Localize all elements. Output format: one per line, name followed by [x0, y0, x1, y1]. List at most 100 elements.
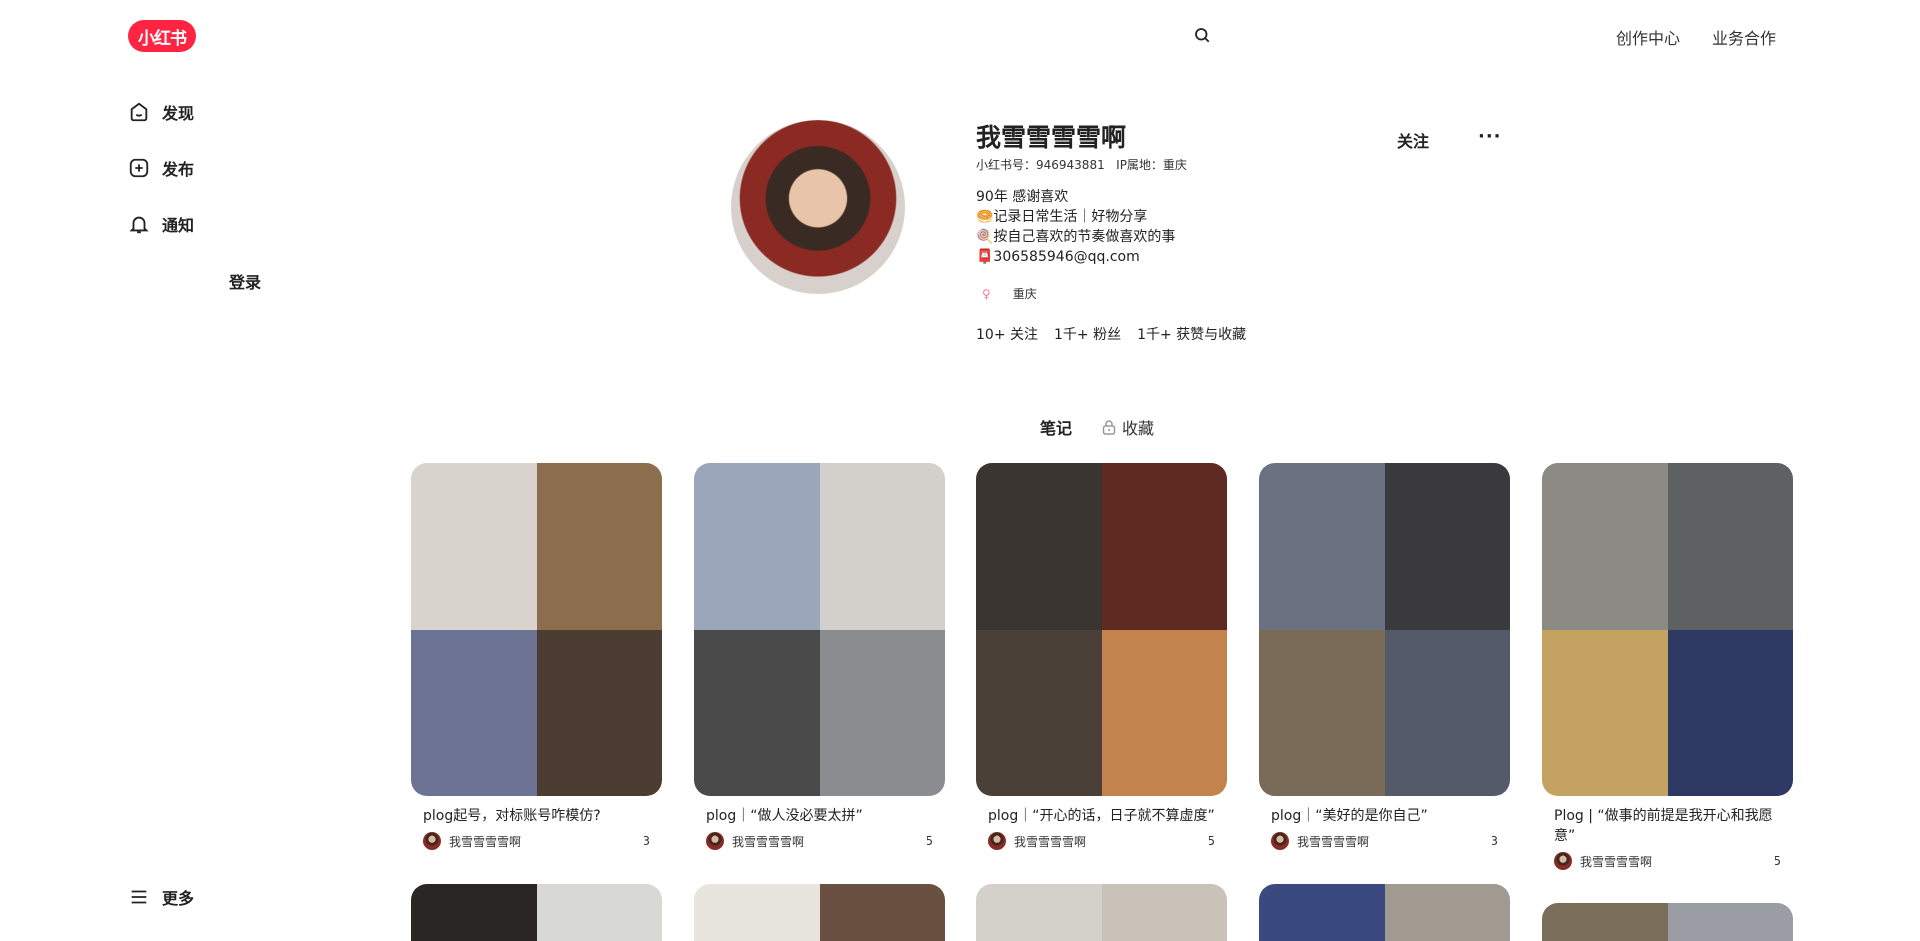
- note-cover-image: [411, 629, 537, 796]
- business-link[interactable]: 业务合作: [1712, 25, 1776, 49]
- note-cover-image: [536, 463, 662, 630]
- tab-collections[interactable]: 收藏: [1102, 415, 1154, 439]
- sidebar-item-label: 更多: [162, 889, 195, 908]
- bio-line: 90年 感谢喜欢: [976, 189, 1069, 205]
- bell-icon: [129, 216, 149, 234]
- sidebar-more-button[interactable]: 更多: [128, 885, 194, 909]
- note-cover-image: [819, 884, 945, 941]
- location-tag: 重庆: [1012, 287, 1037, 301]
- author-name: 我雪雪雪雪啊: [449, 834, 522, 849]
- note-cover[interactable]: [1542, 463, 1793, 796]
- note-cover[interactable]: [694, 463, 945, 796]
- search-icon[interactable]: [1193, 26, 1211, 44]
- profile-stats: 10+ 关注 1千+ 粉丝 1千+ 获赞与收藏: [976, 324, 1246, 344]
- profile-tabs: 笔记 收藏: [1040, 415, 1154, 439]
- following-count[interactable]: 10+ 关注: [976, 324, 1038, 344]
- note-author[interactable]: 我雪雪雪雪啊 5: [988, 832, 1215, 850]
- note-cover-image: [1259, 463, 1385, 630]
- sidebar-item-discover[interactable]: 发现: [128, 100, 194, 124]
- creator-center-link[interactable]: 创作中心: [1616, 25, 1680, 49]
- note-cover-image: [1542, 463, 1668, 630]
- note-cover-image: [1667, 463, 1793, 630]
- note-cover-image: [976, 463, 1102, 630]
- home-icon: [130, 102, 148, 122]
- note-title[interactable]: plog起号，对标账号咋模仿?: [423, 806, 650, 826]
- note-card-cover[interactable]: [1542, 903, 1793, 941]
- bio-line: 🍭按自己喜欢的节奏做喜欢的事: [976, 229, 1176, 245]
- note-title[interactable]: Plog | “做事的前提是我开心和我愿意”: [1554, 806, 1781, 846]
- bio-line: 📮306585946@qq.com: [976, 249, 1140, 265]
- note-cover-image: [694, 463, 820, 630]
- note-card[interactable]: plog｜“做人没必要太拼” 我雪雪雪雪啊 5: [694, 463, 945, 850]
- note-card[interactable]: Plog | “做事的前提是我开心和我愿意” 我雪雪雪雪啊 5: [1542, 463, 1793, 870]
- author-name: 我雪雪雪雪啊: [1014, 834, 1087, 849]
- note-cover-image: [1542, 629, 1668, 796]
- sidebar-item-publish[interactable]: 发布: [128, 156, 194, 180]
- note-author[interactable]: 我雪雪雪雪啊 5: [706, 832, 933, 850]
- author-name: 我雪雪雪雪啊: [732, 834, 805, 849]
- note-card-cover[interactable]: [1259, 884, 1510, 941]
- note-card[interactable]: plog起号，对标账号咋模仿? 我雪雪雪雪啊 3: [411, 463, 662, 850]
- author-name: 我雪雪雪雪啊: [1580, 854, 1653, 869]
- note-card[interactable]: plog｜“美好的是你自己” 我雪雪雪雪啊 3: [1259, 463, 1510, 850]
- author-name: 我雪雪雪雪啊: [1297, 834, 1370, 849]
- note-cover-image: [819, 463, 945, 630]
- login-button[interactable]: 登录: [229, 269, 261, 293]
- note-cover-image: [1384, 463, 1510, 630]
- note-cover-image: [1101, 884, 1227, 941]
- xiaohongshu-logo[interactable]: 小红书: [128, 20, 196, 52]
- sidebar-item-notifications[interactable]: 通知: [128, 212, 194, 236]
- note-cover-image: [1667, 629, 1793, 796]
- note-cover-image: [1101, 629, 1227, 796]
- profile-avatar: [731, 120, 905, 294]
- note-author[interactable]: 我雪雪雪雪啊 3: [1271, 832, 1498, 850]
- tab-label: 笔记: [1040, 419, 1073, 438]
- note-cover-image: [536, 629, 662, 796]
- followers-count[interactable]: 1千+ 粉丝: [1054, 324, 1121, 344]
- profile-tags: ♀ 重庆: [976, 285, 1037, 302]
- author-avatar: [423, 832, 441, 850]
- author-avatar: [988, 832, 1006, 850]
- note-card[interactable]: plog｜“开心的话，日子就不算虚度” 我雪雪雪雪啊 5: [976, 463, 1227, 850]
- note-title[interactable]: plog｜“美好的是你自己”: [1271, 806, 1498, 826]
- note-cover-image: [1259, 884, 1385, 941]
- note-cover[interactable]: [411, 463, 662, 796]
- author-avatar: [706, 832, 724, 850]
- note-title[interactable]: plog｜“做人没必要太拼”: [706, 806, 933, 826]
- note-cover-image: [1259, 629, 1385, 796]
- profile-name: 我雪雪雪雪啊: [976, 123, 1127, 152]
- author-avatar: [1271, 832, 1289, 850]
- note-cover-image: [694, 629, 820, 796]
- note-cover[interactable]: [1259, 463, 1510, 796]
- note-title[interactable]: plog｜“开心的话，日子就不算虚度”: [988, 806, 1215, 826]
- sidebar-item-label: 发布: [162, 160, 195, 179]
- profile-bio: 90年 感谢喜欢 🥯记录日常生活｜好物分享 🍭按自己喜欢的节奏做喜欢的事 📮30…: [976, 187, 1175, 267]
- note-cover-image: [1384, 629, 1510, 796]
- note-cover-image: [976, 884, 1102, 941]
- likes-collects-count: 1千+ 获赞与收藏: [1137, 327, 1247, 343]
- note-cover[interactable]: [976, 463, 1227, 796]
- note-card-cover[interactable]: [976, 884, 1227, 941]
- like-count: 5: [1775, 854, 1781, 868]
- note-cover-image: [694, 884, 820, 941]
- like-count: 5: [927, 834, 933, 848]
- note-cover-image: [1384, 884, 1510, 941]
- follow-button[interactable]: 关注: [1397, 128, 1429, 152]
- sidebar-item-label: 发现: [162, 104, 195, 123]
- profile-id-ip: 小红书号：946943881 IP属地：重庆: [976, 158, 1187, 172]
- note-author[interactable]: 我雪雪雪雪啊 5: [1554, 852, 1781, 870]
- note-cover-image: [536, 884, 662, 941]
- more-options-button[interactable]: ···: [1478, 126, 1502, 147]
- note-cover-image: [411, 884, 537, 941]
- like-count: 3: [644, 834, 650, 848]
- tab-notes[interactable]: 笔记: [1040, 415, 1072, 439]
- tab-label: 收藏: [1122, 419, 1155, 438]
- note-card-cover[interactable]: [694, 884, 945, 941]
- note-author[interactable]: 我雪雪雪雪啊 3: [423, 832, 650, 850]
- note-cover-image: [1101, 463, 1227, 630]
- lock-icon: [1102, 420, 1116, 435]
- author-avatar: [1554, 852, 1572, 870]
- note-cover-image: [411, 463, 537, 630]
- note-card-cover[interactable]: [411, 884, 662, 941]
- plus-square-icon: [129, 158, 149, 178]
